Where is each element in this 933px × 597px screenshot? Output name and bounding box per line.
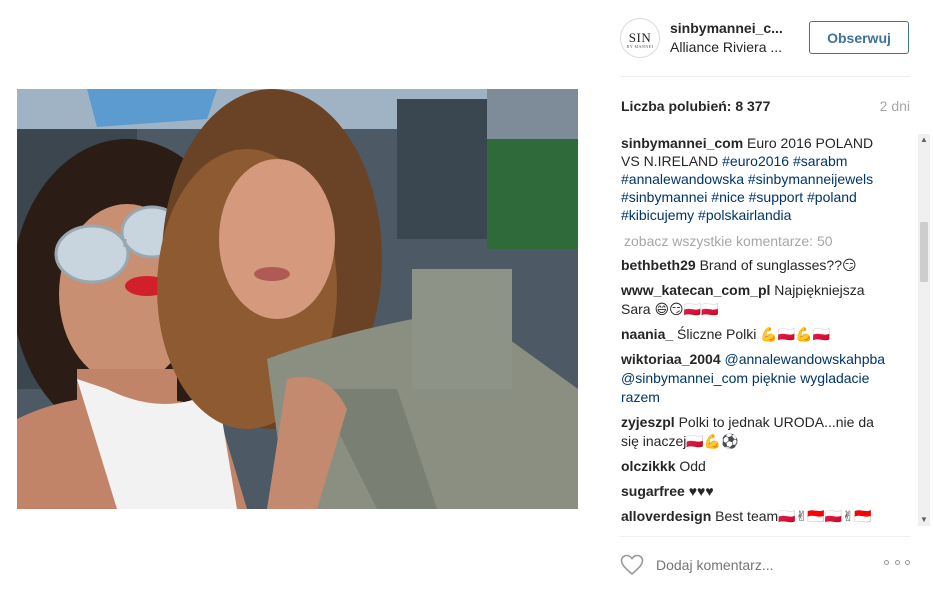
divider — [620, 536, 910, 537]
comment-item: bethbeth29 Brand of sunglasses??😏 — [621, 256, 891, 275]
hashtag-link[interactable]: #kibicujemy — [621, 207, 694, 223]
divider — [620, 76, 910, 77]
post-header: SIN BY MANNEI sinbymannei_c... Alliance … — [620, 16, 910, 62]
location-link[interactable]: Alliance Riviera ... — [670, 39, 798, 55]
post-details-panel: SIN BY MANNEI sinbymannei_c... Alliance … — [604, 0, 933, 597]
comment-footer — [620, 548, 910, 584]
comment-author[interactable]: olczikkk — [621, 458, 675, 474]
caption: sinbymannei_com Euro 2016 POLAND VS N.IR… — [621, 134, 891, 224]
comment-author[interactable]: bethbeth29 — [621, 257, 696, 273]
scroll-down-arrow-icon[interactable]: ▼ — [918, 514, 930, 526]
comment-author[interactable]: naania_ — [621, 326, 673, 342]
photo-illustration — [17, 89, 578, 509]
comment-item: sugarfree ♥♥♥ — [621, 482, 891, 501]
comment-item: alloverdesign Best team🇵🇱✌🇮🇩🇵🇱✌🇮🇩 — [621, 507, 891, 526]
post-photo[interactable] — [17, 89, 578, 509]
comment-item: www_katecan_com_pl Najpiękniejsza Sara 😄… — [621, 281, 891, 319]
more-options-icon[interactable] — [884, 560, 910, 568]
hashtag-link[interactable]: #poland — [807, 189, 857, 205]
hashtag-link[interactable]: #sarabm — [793, 153, 847, 169]
comment-item: naania_ Śliczne Polki 💪🇵🇱💪🇵🇱 — [621, 325, 891, 344]
photo-column — [0, 0, 598, 597]
more-dot — [894, 560, 900, 565]
comment-text: Odd — [679, 458, 706, 474]
comment-item: zyjeszpl Polki to jednak URODA...nie da … — [621, 413, 891, 451]
hashtag-link[interactable]: #polskairlandia — [698, 207, 791, 223]
avatar-logo-subtext: BY MANNEI — [626, 44, 654, 49]
more-dot — [905, 560, 910, 565]
comment-text: Brand of sunglasses??😏 — [699, 257, 857, 273]
hashtag-link[interactable]: #nice — [711, 189, 744, 205]
comment-author[interactable]: alloverdesign — [621, 508, 711, 524]
comment-text: Best team🇵🇱✌🇮🇩🇵🇱✌🇮🇩 — [715, 508, 872, 524]
likes-count[interactable]: Liczba polubień: 8 377 — [621, 98, 770, 114]
hashtag-link[interactable]: #euro2016 — [722, 153, 789, 169]
comment-author[interactable]: sugarfree — [621, 483, 685, 499]
heart-outline-icon[interactable] — [620, 554, 644, 576]
comment-item: wiktoriaa_2004 @annalewandowskahpba @sin… — [621, 350, 891, 407]
comment-text: ♥♥♥ — [688, 483, 714, 499]
follow-button[interactable]: Obserwuj — [809, 21, 909, 54]
comment-author[interactable]: www_katecan_com_pl — [621, 282, 770, 298]
caption-author[interactable]: sinbymannei_com — [621, 135, 743, 151]
post-age[interactable]: 2 dni — [880, 98, 910, 114]
avatar[interactable]: SIN BY MANNEI — [620, 18, 660, 58]
scrollbar-thumb[interactable] — [920, 222, 928, 282]
comments-list[interactable]: sinbymannei_com Euro 2016 POLAND VS N.IR… — [621, 134, 917, 526]
username-link[interactable]: sinbymannei_c... — [670, 20, 798, 36]
comments-scrollbar[interactable]: ▲ ▼ — [918, 134, 930, 526]
hashtag-link[interactable]: #support — [749, 189, 803, 205]
comment-item: olczikkk Odd — [621, 457, 891, 476]
likes-row: Liczba polubień: 8 377 2 dni — [621, 98, 910, 118]
comment-author[interactable]: zyjeszpl — [621, 414, 675, 430]
comment-text: Śliczne Polki 💪🇵🇱💪🇵🇱 — [677, 326, 831, 342]
hashtag-link[interactable]: #sinbymannei — [621, 189, 707, 205]
more-dot — [884, 560, 889, 565]
add-comment-input[interactable] — [656, 554, 856, 576]
scroll-up-arrow-icon[interactable]: ▲ — [918, 134, 930, 146]
hashtag-link[interactable]: #sinbymanneijewels — [748, 171, 873, 187]
comment-author[interactable]: wiktoriaa_2004 — [621, 351, 721, 367]
hashtag-link[interactable]: #annalewandowska — [621, 171, 744, 187]
view-all-comments-link[interactable]: zobacz wszystkie komentarze: 50 — [621, 232, 917, 250]
